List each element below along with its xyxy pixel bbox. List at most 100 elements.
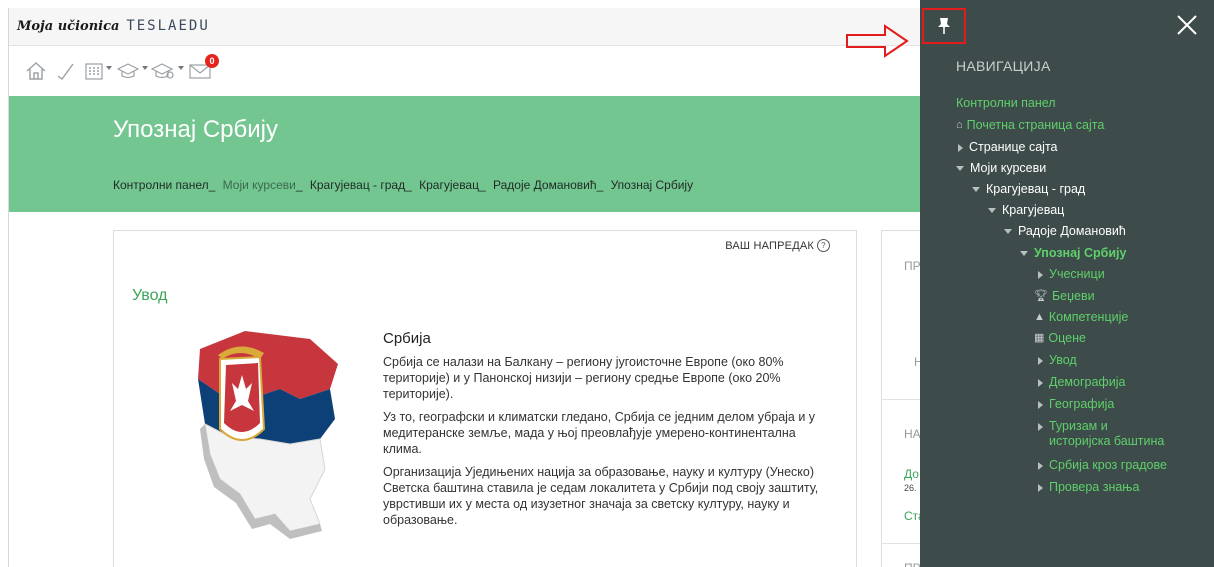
nav-item-section[interactable]: Србија кроз градове — [1038, 458, 1167, 473]
chevron-right-icon — [1038, 400, 1043, 409]
grades-table-icon: ▦ — [1034, 332, 1045, 344]
nav-item-label: Увод — [1049, 353, 1077, 367]
course-section-card: ВАШ НАПРЕДАК ? Увод Србија Србија се нал… — [113, 230, 857, 567]
section-title[interactable]: Увод — [132, 287, 167, 305]
nav-item-label: Провера знања — [1049, 480, 1140, 494]
chevron-down-icon — [142, 66, 148, 70]
breadcrumb-separator: _ — [295, 178, 303, 192]
calendar-icon — [85, 63, 103, 80]
nav-item-label: Оцене — [1048, 331, 1086, 345]
chevron-right-icon — [1038, 356, 1043, 365]
chevron-right-icon — [1038, 378, 1043, 387]
home-button[interactable] — [25, 58, 47, 84]
breadcrumb-separator: _ — [208, 178, 216, 192]
chevron-right-icon — [1038, 483, 1043, 492]
content-paragraph: Организација Уједињених нација за образо… — [383, 465, 819, 527]
help-icon[interactable]: ? — [817, 239, 830, 252]
pin-drawer-button[interactable] — [922, 8, 966, 44]
site-logo[interactable]: Moja učionica TESLAEDU — [17, 17, 210, 34]
logo-brand: TESLAEDU — [126, 18, 210, 34]
chevron-down-icon — [956, 166, 964, 171]
nav-item-label: Географија — [1049, 397, 1115, 411]
block-title: ПР — [904, 259, 921, 273]
progress-label: ВАШ НАПРЕДАК — [725, 239, 814, 252]
chevron-down-icon — [1004, 229, 1012, 234]
content-paragraph: Србија се налази на Балкану – региону ју… — [383, 355, 784, 401]
courses-menu-button[interactable] — [117, 58, 148, 84]
nav-item-label: Беџеви — [1051, 289, 1095, 303]
course-settings-menu-button[interactable] — [151, 58, 184, 84]
chevron-down-icon — [972, 187, 980, 192]
nav-item-section[interactable]: Провера знања — [1038, 480, 1139, 495]
pin-icon — [938, 18, 950, 34]
top-bar: Moja učionica TESLAEDU — [9, 8, 921, 46]
nav-item-label-line2: историјска баштина — [1049, 434, 1165, 448]
nav-item-badges[interactable]: 🏆︎ Беџеви — [1034, 289, 1095, 304]
page-header: Упознај Србију Контролни панел_ Моји кур… — [9, 96, 921, 212]
nav-item-label: Моји курсеви — [970, 161, 1047, 175]
chevron-down-icon — [178, 66, 184, 70]
icon-toolbar: 0 — [9, 46, 921, 96]
breadcrumb-item[interactable]: Моји курсеви — [223, 178, 296, 192]
nav-item-label: Упознај Србију — [1034, 246, 1127, 260]
breadcrumb-item[interactable]: Крагујевац — [419, 178, 479, 192]
breadcrumb-item-current[interactable]: Упознај Србију — [611, 178, 694, 192]
home-icon: ⌂ — [956, 119, 963, 131]
nav-item-dashboard[interactable]: Контролни панел — [956, 96, 1056, 111]
checkmark-icon — [57, 63, 74, 80]
logo-prefix: Moja učionica — [17, 19, 120, 34]
breadcrumb-item[interactable]: Радоје Домановић — [493, 178, 597, 192]
checkmark-button[interactable] — [55, 58, 75, 84]
breadcrumb: Контролни панел_ Моји курсеви_ Крагујева… — [113, 178, 693, 192]
section-content: Србија Србија се налази на Балкану – рег… — [383, 331, 833, 535]
nav-item-category[interactable]: Радоје Домановић — [1004, 224, 1126, 239]
nav-item-section[interactable]: Туризам и историјска баштина — [1038, 419, 1164, 449]
page: Moja učionica TESLAEDU 0 Упознај Србију — [8, 8, 921, 567]
nav-item-current-course[interactable]: Упознај Србију — [1020, 246, 1126, 261]
block-title: ПР — [904, 561, 921, 567]
chevron-right-icon — [1038, 461, 1043, 470]
chevron-down-icon — [988, 208, 996, 213]
chevron-right-icon — [1038, 270, 1043, 279]
calendar-menu-button[interactable] — [85, 58, 112, 84]
progress-indicator: ВАШ НАПРЕДАК ? — [725, 239, 830, 252]
nav-item-category[interactable]: Крагујевац — [988, 203, 1064, 218]
block-divider — [882, 543, 921, 544]
nav-item-label: Туризам и — [1049, 419, 1108, 433]
breadcrumb-item[interactable]: Контролни панел — [113, 178, 209, 192]
nav-item-label: Крагујевац — [1002, 203, 1065, 217]
nav-item-grades[interactable]: ▦ Оцене — [1034, 331, 1086, 346]
chevron-down-icon — [1020, 251, 1028, 256]
nav-item-participants[interactable]: Учесници — [1038, 267, 1105, 282]
annotation-arrow-icon — [846, 24, 909, 58]
navigation-drawer: НАВИГАЦИЈА Контролни панел ⌂ Почетна стр… — [920, 0, 1214, 567]
nav-item-category[interactable]: Крагујевац - град — [972, 182, 1085, 197]
content-paragraph: Уз то, географски и климатски гледано, С… — [383, 410, 816, 456]
nav-item-label: Контролни панел — [956, 96, 1056, 110]
nav-item-label: Учесници — [1049, 267, 1105, 281]
competency-icon: ▲ — [1034, 311, 1045, 323]
block-link[interactable]: До — [904, 467, 919, 481]
nav-item-site-home[interactable]: ⌂ Почетна страница сајта — [956, 118, 1104, 133]
messages-button[interactable]: 0 — [189, 54, 219, 84]
nav-item-label: Крагујевац - град — [986, 182, 1086, 196]
nav-item-competencies[interactable]: ▲ Компетенције — [1034, 310, 1128, 325]
navigation-heading: НАВИГАЦИЈА — [956, 58, 1051, 74]
nav-item-my-courses[interactable]: Моји курсеви — [956, 161, 1046, 176]
breadcrumb-separator: _ — [478, 178, 486, 192]
right-blocks-column: ПР Н НА До 26. Ста ПР — [881, 230, 921, 567]
nav-item-label: Странице сајта — [969, 140, 1058, 154]
nav-item-label-wrap: Туризам и историјска баштина — [1049, 419, 1164, 449]
nav-item-section[interactable]: Географија — [1038, 397, 1114, 412]
page-title: Упознај Србију — [113, 116, 279, 143]
block-date: 26. — [904, 483, 917, 493]
nav-item-site-pages[interactable]: Странице сајта — [958, 140, 1058, 155]
serbia-map-image — [198, 331, 338, 539]
breadcrumb-item[interactable]: Крагујевац - град — [310, 178, 405, 192]
block-link[interactable]: Ста — [904, 509, 921, 523]
nav-item-section[interactable]: Увод — [1038, 353, 1077, 368]
nav-item-section[interactable]: Демографија — [1038, 375, 1125, 390]
home-icon — [26, 62, 46, 80]
nav-item-label: Радоје Домановић — [1018, 224, 1126, 238]
close-icon[interactable] — [1176, 14, 1198, 36]
